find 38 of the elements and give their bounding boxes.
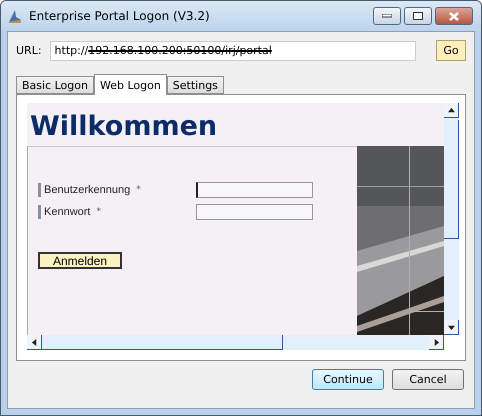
login-button[interactable]: Anmelden xyxy=(38,252,122,269)
maximize-icon xyxy=(413,12,423,20)
scroll-thumb[interactable] xyxy=(42,335,283,350)
tab[interactable]: Web Logon xyxy=(94,74,167,95)
dialog-button[interactable]: Cancel xyxy=(392,369,464,390)
label-bar xyxy=(38,183,41,197)
window-title: Enterprise Portal Logon (V3.2) xyxy=(29,9,211,23)
required-mark: * xyxy=(136,185,142,195)
field-label: Benutzerkennung xyxy=(44,184,130,196)
dialog-button[interactable]: Continue xyxy=(312,369,384,390)
maximize-button[interactable] xyxy=(404,7,432,25)
up-arrow-icon xyxy=(448,106,454,114)
minimize-icon xyxy=(382,14,392,18)
field-label: Kennwort xyxy=(44,206,90,218)
input-field[interactable] xyxy=(196,182,313,198)
required-mark: * xyxy=(96,207,102,217)
url-field[interactable]: http://192.168.100.200:50100/irj/portal xyxy=(50,40,416,60)
tab[interactable]: Settings xyxy=(166,76,224,94)
tab[interactable]: Basic Logon xyxy=(16,76,94,94)
welcome-heading: Willkommen xyxy=(29,110,218,144)
vertical-scrollbar[interactable] xyxy=(444,103,459,335)
scroll-up-button[interactable] xyxy=(444,103,459,118)
down-arrow-icon xyxy=(448,324,454,330)
scroll-right-button[interactable] xyxy=(429,335,444,350)
close-button[interactable] xyxy=(435,7,473,25)
scroll-left-button[interactable] xyxy=(27,335,42,350)
left-arrow-icon xyxy=(30,338,38,346)
input-field[interactable] xyxy=(196,204,313,220)
app-icon xyxy=(7,8,23,24)
go-button[interactable]: Go xyxy=(436,40,466,61)
scroll-down-button[interactable] xyxy=(444,320,459,335)
close-icon xyxy=(449,12,459,20)
horizontal-scrollbar[interactable] xyxy=(27,335,444,350)
scroll-thumb[interactable] xyxy=(444,120,459,239)
url-label: URL: xyxy=(16,44,42,57)
label-bar xyxy=(38,205,41,219)
minimize-button[interactable] xyxy=(373,7,401,25)
right-arrow-icon xyxy=(432,338,440,346)
